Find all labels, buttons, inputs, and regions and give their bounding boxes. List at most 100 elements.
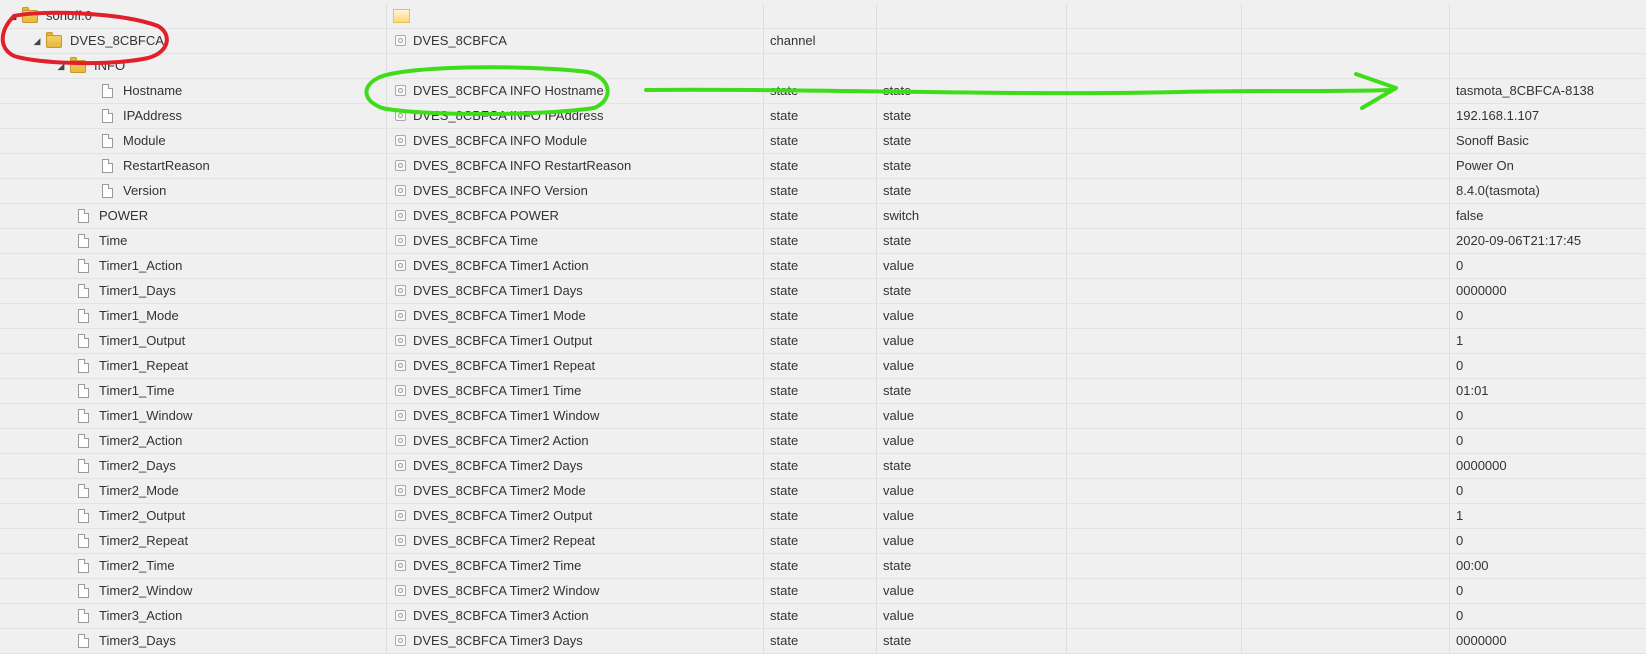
table-row[interactable]: ◢ INFO (0, 54, 1646, 79)
object-value[interactable] (1450, 58, 1456, 73)
table-row[interactable]: Timer2_Repeat DVES_8CBFCA Timer2 Repeat st… (0, 529, 1646, 554)
expand-toggle-icon[interactable]: ◢ (56, 61, 66, 71)
function-cell (1242, 254, 1450, 278)
table-row[interactable]: IPAddress DVES_8CBFCA INFO IPAddress state… (0, 104, 1646, 129)
object-value[interactable]: 0 (1450, 533, 1463, 548)
object-value[interactable]: false (1450, 208, 1483, 223)
label-cell: DVES_8CBFCA Time (387, 229, 764, 253)
object-value[interactable]: 0 (1450, 608, 1463, 623)
object-value[interactable]: 0000000 (1450, 283, 1507, 298)
object-value[interactable]: 8.4.0(tasmota) (1450, 183, 1540, 198)
role-cell: value (877, 354, 1067, 378)
type-cell: state (764, 554, 877, 578)
object-value[interactable]: 1 (1450, 333, 1463, 348)
object-value[interactable]: 0 (1450, 358, 1463, 373)
table-row[interactable]: Timer2_Action DVES_8CBFCA Timer2 Action st… (0, 429, 1646, 454)
table-row[interactable]: ◢ DVES_8CBFCA DVES_8CBFCA channel (0, 29, 1646, 54)
expand-toggle-icon[interactable]: ◢ (32, 36, 42, 46)
table-row[interactable]: Timer1_Mode DVES_8CBFCA Timer1 Mode state v… (0, 304, 1646, 329)
state-file-icon (78, 484, 89, 498)
object-role: value (883, 483, 915, 498)
role-cell: state (877, 629, 1067, 653)
label-cell: DVES_8CBFCA INFO Version (387, 179, 764, 203)
object-tree-table: ◢ sonoff.0 ◢ DVES_8CBFCA DVES_8CBFCA channel ◢… (0, 0, 1646, 654)
object-name: Timer3_Days (99, 633, 176, 648)
label-cell: DVES_8CBFCA Timer1 Mode (387, 304, 764, 328)
table-row[interactable]: POWER DVES_8CBFCA POWER state switch false (0, 204, 1646, 229)
folder-icon (22, 6, 38, 23)
table-row[interactable]: Time DVES_8CBFCA Time state state 2020-09-06… (0, 229, 1646, 254)
object-value[interactable] (1450, 33, 1456, 48)
object-role: value (883, 408, 915, 423)
value-cell: 0 (1450, 529, 1628, 553)
room-cell (1067, 454, 1242, 478)
object-value[interactable]: 01:01 (1450, 383, 1489, 398)
extra-cell (1628, 529, 1646, 553)
object-type-icon (395, 635, 406, 646)
table-row[interactable]: Timer1_Output DVES_8CBFCA Timer1 Output st… (0, 329, 1646, 354)
label-cell: DVES_8CBFCA Timer3 Action (387, 604, 764, 628)
object-type-icon (395, 335, 406, 346)
value-cell: 0 (1450, 604, 1628, 628)
table-row[interactable]: Timer1_Repeat DVES_8CBFCA Timer1 Repeat st… (0, 354, 1646, 379)
object-value[interactable]: 0000000 (1450, 458, 1507, 473)
object-value[interactable]: tasmota_8CBFCA-8138 (1450, 83, 1594, 98)
object-value[interactable]: 0 (1450, 408, 1463, 423)
table-row[interactable]: Timer3_Action DVES_8CBFCA Timer3 Action st… (0, 604, 1646, 629)
value-cell: 1 (1450, 329, 1628, 353)
table-row[interactable]: Version DVES_8CBFCA INFO Version state stat… (0, 179, 1646, 204)
role-cell: switch (877, 204, 1067, 228)
table-row[interactable]: Timer1_Action DVES_8CBFCA Timer1 Action st… (0, 254, 1646, 279)
object-value[interactable]: 00:00 (1450, 558, 1489, 573)
type-cell: channel (764, 29, 877, 53)
object-value[interactable]: 1 (1450, 508, 1463, 523)
object-value[interactable]: 192.168.1.107 (1450, 108, 1539, 123)
object-name: DVES_8CBFCA (70, 33, 164, 48)
object-name: Hostname (123, 83, 183, 98)
table-row[interactable]: Timer3_Days DVES_8CBFCA Timer3 Days state s… (0, 629, 1646, 654)
object-label: DVES_8CBFCA POWER (413, 208, 559, 223)
expand-toggle-icon[interactable]: ◢ (8, 11, 18, 21)
name-cell: Version (0, 179, 387, 203)
table-row[interactable]: Timer1_Window DVES_8CBFCA Timer1 Window st… (0, 404, 1646, 429)
object-value[interactable]: 0 (1450, 583, 1463, 598)
name-cell: Timer2_Days (0, 454, 387, 478)
object-value[interactable]: Sonoff Basic (1450, 133, 1529, 148)
object-value[interactable]: 0 (1450, 433, 1463, 448)
table-row[interactable]: Timer2_Mode DVES_8CBFCA Timer2 Mode state v… (0, 479, 1646, 504)
object-name: sonoff.0 (46, 8, 93, 23)
object-role: state (883, 233, 912, 248)
state-file-icon (78, 384, 89, 398)
role-cell (877, 54, 1067, 78)
table-row[interactable]: Timer2_Time DVES_8CBFCA Timer2 Time state s… (0, 554, 1646, 579)
table-row[interactable]: Timer1_Days DVES_8CBFCA Timer1 Days state s… (0, 279, 1646, 304)
room-cell (1067, 479, 1242, 503)
label-cell: DVES_8CBFCA INFO Module (387, 129, 764, 153)
type-cell: state (764, 279, 877, 303)
object-type: state (770, 608, 799, 623)
object-value[interactable]: 0 (1450, 258, 1463, 273)
room-cell (1067, 504, 1242, 528)
object-value[interactable] (1450, 8, 1456, 23)
type-cell: state (764, 604, 877, 628)
table-row[interactable]: Timer2_Days DVES_8CBFCA Timer2 Days state s… (0, 454, 1646, 479)
object-type: state (770, 383, 799, 398)
object-label: DVES_8CBFCA Timer2 Action (413, 433, 589, 448)
label-cell: DVES_8CBFCA Timer2 Mode (387, 479, 764, 503)
name-cell: Module (0, 129, 387, 153)
table-row[interactable]: Hostname DVES_8CBFCA INFO Hostname state st… (0, 79, 1646, 104)
function-cell (1242, 279, 1450, 303)
object-value[interactable]: 0 (1450, 308, 1463, 323)
table-row[interactable]: Module DVES_8CBFCA INFO Module state state S… (0, 129, 1646, 154)
object-value[interactable]: 0 (1450, 483, 1463, 498)
table-row[interactable]: Timer1_Time DVES_8CBFCA Timer1 Time state s… (0, 379, 1646, 404)
table-row[interactable]: ◢ sonoff.0 (0, 4, 1646, 29)
table-row[interactable]: Timer2_Window DVES_8CBFCA Timer2 Window st… (0, 579, 1646, 604)
table-row[interactable]: RestartReason DVES_8CBFCA INFO RestartRea… (0, 154, 1646, 179)
object-value[interactable]: 0000000 (1450, 633, 1507, 648)
object-value[interactable]: Power On (1450, 158, 1514, 173)
table-row[interactable]: Timer2_Output DVES_8CBFCA Timer2 Output st… (0, 504, 1646, 529)
object-value[interactable]: 2020-09-06T21:17:45 (1450, 233, 1581, 248)
label-cell (387, 54, 764, 78)
room-cell (1067, 529, 1242, 553)
